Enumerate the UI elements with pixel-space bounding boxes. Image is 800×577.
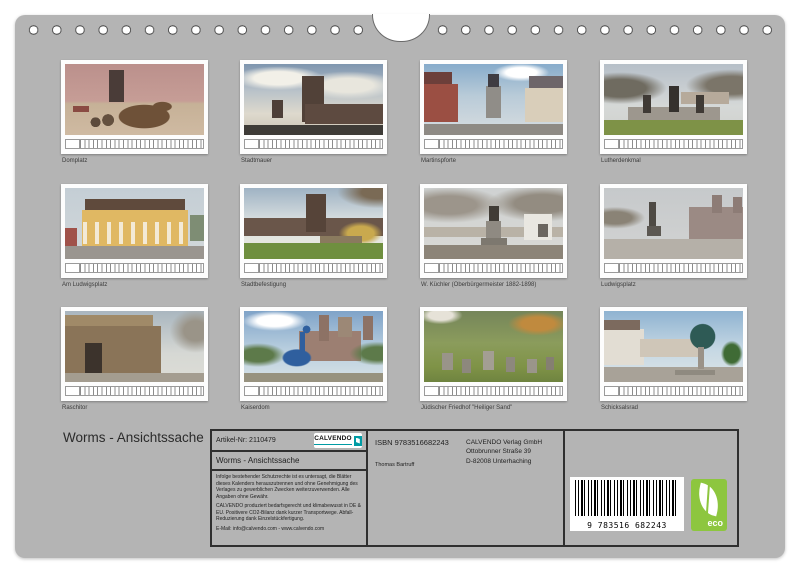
photo-schicksalsrad (604, 311, 743, 382)
thumbnail-caption: Martinspforte (420, 158, 567, 165)
thumbnail-caption: W. Küchler (Oberbürgermeister 1882-1898) (420, 282, 567, 289)
leaf-icon (694, 483, 723, 517)
product-info-column: Artikel-Nr: 2110479 CALVENDO Worms - Ans… (212, 431, 368, 545)
eco-label: eco (707, 518, 723, 528)
thumbnail-page (240, 184, 387, 278)
punch-holes-right (431, 24, 779, 36)
isbn-publisher-column: ISBN 9783516682243 CALVENDO Verlag GmbH … (368, 431, 565, 545)
isbn-number: ISBN 9783516682243 (375, 438, 449, 447)
photo-lutherdenkmal (604, 64, 743, 135)
barcode: 9 783516 682243 (570, 477, 684, 531)
photo-stadtbefestigung (244, 188, 383, 259)
thumbnail-cell: Ludwigsplatz (600, 184, 747, 289)
legal-text: Infolge bestehender Schutzrechte ist es … (212, 471, 366, 538)
product-title: Worms - Ansichtssache (212, 452, 366, 471)
thumbnail-cell: Schicksalsrad (600, 307, 747, 412)
thumbnail-caption: Schicksalsrad (600, 405, 747, 412)
thumbnail-page (600, 60, 747, 154)
thumbnail-page (240, 60, 387, 154)
thumbnail-cell: Martinspforte (420, 60, 567, 165)
thumbnail-cell: Jüdischer Friedhof "Heiliger Sand" (420, 307, 567, 412)
thumbnail-cell: W. Küchler (Oberbürgermeister 1882-1898) (420, 184, 567, 289)
thumbnail-page (61, 307, 208, 401)
publisher-street: Ottobrunner Straße 39 (466, 447, 542, 456)
mini-calendar-strip (424, 263, 563, 273)
page-title: Worms - Ansichtssache (63, 430, 204, 445)
legal-paragraph: Infolge bestehender Schutzrechte ist es … (216, 474, 362, 500)
thumbnail-caption: Domplatz (61, 158, 208, 165)
thumbnail-caption: Kaiserdom (240, 405, 387, 412)
legal-paragraph: E-Mail: info@calvendo.com - www.calvendo… (216, 526, 362, 533)
thumbnail-page (600, 184, 747, 278)
thumbnail-cell: Stadtmauer (240, 60, 387, 165)
calvendo-logo-mark-icon (354, 436, 362, 446)
thumbnail-cell: Lutherdenkmal (600, 60, 747, 165)
photo-ludwigsplatz (604, 188, 743, 259)
photo-am-ludwigsplatz (65, 188, 204, 259)
photo-martinspforte (424, 64, 563, 135)
photo-kaiserdom (244, 311, 383, 382)
photo-juedischer-friedhof (424, 311, 563, 382)
product-info-table: Artikel-Nr: 2110479 CALVENDO Worms - Ans… (210, 429, 739, 547)
punch-holes-left (22, 24, 370, 36)
mini-calendar-strip (65, 386, 204, 396)
thumbnail-cell: Stadtbefestigung (240, 184, 387, 289)
calvendo-wordmark: CALVENDO (314, 436, 352, 445)
barcode-digits: 9 783516 682243 (570, 521, 684, 530)
mini-calendar-strip (244, 263, 383, 273)
thumbnail-page (420, 60, 567, 154)
eco-logo: eco (691, 479, 727, 531)
legal-paragraph: CALVENDO produziert bedarfsgerecht und k… (216, 503, 362, 523)
mini-calendar-strip (424, 139, 563, 149)
thumbnail-cell: Kaiserdom (240, 307, 387, 412)
barcode-bars (575, 480, 679, 516)
publisher-address: CALVENDO Verlag GmbH Ottobrunner Straße … (466, 438, 542, 466)
thumbnail-cell: Am Ludwigsplatz (61, 184, 208, 289)
barcode-column: 9 783516 682243 eco (565, 431, 737, 545)
author-name: Thomas Bartruff (375, 462, 414, 468)
thumbnail-page (61, 184, 208, 278)
thumbnail-caption: Am Ludwigsplatz (61, 282, 208, 289)
photo-domplatz (65, 64, 204, 135)
publisher-name: CALVENDO Verlag GmbH (466, 438, 542, 447)
publisher-city: D-82008 Unterhaching (466, 457, 542, 466)
photo-kuechler-denkmal (424, 188, 563, 259)
mini-calendar-strip (604, 139, 743, 149)
thumbnail-page (61, 60, 208, 154)
calvendo-logo: CALVENDO (314, 433, 362, 448)
thumbnail-caption: Stadtbefestigung (240, 282, 387, 289)
thumbnail-page (420, 307, 567, 401)
thumbnail-page (420, 184, 567, 278)
thumbnail-page (600, 307, 747, 401)
article-number: Artikel-Nr: 2110479 (216, 437, 276, 444)
mini-calendar-strip (244, 386, 383, 396)
thumbnail-page (240, 307, 387, 401)
thumbnail-caption: Lutherdenkmal (600, 158, 747, 165)
mini-calendar-strip (604, 263, 743, 273)
mini-calendar-strip (65, 263, 204, 273)
mini-calendar-strip (244, 139, 383, 149)
calendar-back-page: Domplatz Stadtmauer Martinspforte Luther… (0, 0, 800, 577)
photo-stadtmauer (244, 64, 383, 135)
thumbnail-caption: Raschitor (61, 405, 208, 412)
photo-raschitor (65, 311, 204, 382)
mini-calendar-strip (604, 386, 743, 396)
thumbnail-caption: Ludwigsplatz (600, 282, 747, 289)
article-row: Artikel-Nr: 2110479 CALVENDO (212, 431, 366, 452)
thumbnail-cell: Raschitor (61, 307, 208, 412)
mini-calendar-strip (424, 386, 563, 396)
mini-calendar-strip (65, 139, 204, 149)
thumbnail-caption: Jüdischer Friedhof "Heiliger Sand" (420, 405, 567, 412)
thumbnail-cell: Domplatz (61, 60, 208, 165)
thumbnail-caption: Stadtmauer (240, 158, 387, 165)
